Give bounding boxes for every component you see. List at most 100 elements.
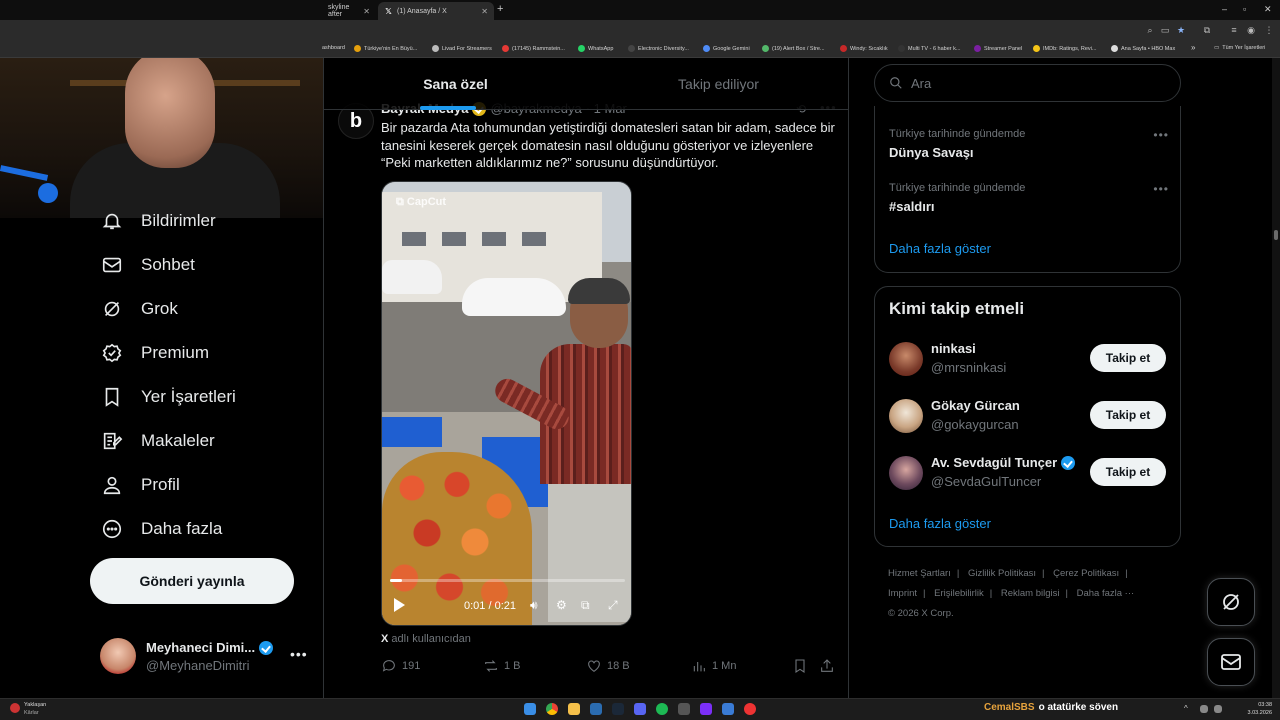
profile-icon[interactable]: ◉ xyxy=(1246,25,1256,35)
volume-icon[interactable]: 🔊︎ xyxy=(530,598,538,613)
footer-link[interactable]: Hizmet Şartları xyxy=(888,568,951,579)
account-switcher[interactable]: Meyhaneci Dimi... @MeyhaneDimitri ••• xyxy=(100,634,315,678)
footer-link[interactable]: Imprint xyxy=(888,588,917,599)
discord-icon[interactable] xyxy=(634,703,646,715)
grok-fab-button[interactable] xyxy=(1207,578,1255,626)
cast-icon[interactable]: ▭ xyxy=(1160,25,1170,35)
more-options-icon[interactable]: ••• xyxy=(1153,182,1169,196)
play-icon[interactable] xyxy=(394,598,405,612)
windows-start-icon[interactable] xyxy=(524,703,536,715)
close-tab-icon[interactable]: ✕ xyxy=(363,7,370,16)
spotify-icon[interactable] xyxy=(656,703,668,715)
bookmark-item[interactable]: Multi TV - 6 haber k... xyxy=(898,45,960,52)
reply-button[interactable]: 191 xyxy=(381,658,420,674)
post-button[interactable]: Gönderi yayınla xyxy=(90,558,294,604)
zoom-icon[interactable]: ⌕ xyxy=(1145,25,1155,35)
views-button[interactable]: 1 Mn xyxy=(691,658,736,674)
bookmark-item[interactable]: (17145) Rammstein... xyxy=(502,45,565,52)
nav-bookmarks[interactable]: Yer İşaretleri xyxy=(100,382,236,412)
network-icon[interactable] xyxy=(1200,705,1208,713)
nav-grok[interactable]: Grok xyxy=(100,294,178,324)
bookmarks-overflow-icon[interactable]: » xyxy=(1191,43,1195,52)
scrollbar-thumb[interactable] xyxy=(1274,230,1278,240)
tray-chevron-icon[interactable]: ^ xyxy=(1184,705,1192,713)
footer-link[interactable]: Reklam bilgisi xyxy=(1001,588,1060,599)
chrome-icon[interactable] xyxy=(546,703,558,715)
nav-more[interactable]: Daha fazla xyxy=(100,514,222,544)
video-frame-car xyxy=(382,260,442,294)
media-icon[interactable]: ≡ xyxy=(1229,25,1239,35)
close-tab-icon[interactable]: ✕ xyxy=(481,7,488,16)
video-progress-bar[interactable] xyxy=(390,579,625,582)
footer-more-link[interactable]: Daha fazla ··· xyxy=(1077,588,1135,599)
obs-icon[interactable] xyxy=(744,703,756,715)
app-icon[interactable] xyxy=(590,703,602,715)
extensions-icon[interactable]: ⧉ xyxy=(1202,25,1212,35)
folder-icon: ▭ xyxy=(1214,45,1220,51)
footer-link[interactable]: Gizlilik Politikası xyxy=(968,568,1036,579)
system-clock[interactable]: 03:38 3.03.2026 xyxy=(1240,701,1272,717)
steam-icon[interactable] xyxy=(612,703,624,715)
follow-show-more-link[interactable]: Daha fazla göster xyxy=(889,516,991,531)
like-button[interactable]: 18 B xyxy=(586,658,630,674)
follow-suggestion[interactable]: Av. Sevdagül Tunçer @SevdaGulTuncer Taki… xyxy=(889,454,1169,494)
bookmark-item[interactable]: Livad For Streamers xyxy=(432,45,492,52)
menu-icon[interactable]: ⋮ xyxy=(1264,25,1274,35)
volume-icon[interactable] xyxy=(1214,705,1222,713)
star-icon[interactable]: ★ xyxy=(1176,25,1186,35)
nav-notifications[interactable]: Bildirimler xyxy=(100,206,216,236)
trends-show-more-link[interactable]: Daha fazla göster xyxy=(889,241,991,256)
tab-for-you[interactable]: Sana özel xyxy=(324,58,587,110)
nav-profile[interactable]: Profil xyxy=(100,470,180,500)
bookmark-item[interactable]: Google Gemini xyxy=(703,45,750,52)
share-button[interactable] xyxy=(819,658,840,674)
follow-suggestion[interactable]: ninkasi @mrsninkasi Takip et xyxy=(889,340,1169,380)
bookmark-item[interactable]: (19) Alert Box / Stre... xyxy=(762,45,825,52)
nav-chat[interactable]: Sohbet xyxy=(100,250,195,280)
fullscreen-icon[interactable]: ⤢ xyxy=(608,598,618,613)
bookmark-item[interactable]: IMDb: Ratings, Revi... xyxy=(1033,45,1097,52)
follow-button[interactable]: Takip et xyxy=(1090,401,1166,429)
app-icon[interactable] xyxy=(722,703,734,715)
follow-suggestion[interactable]: Gökay Gürcan @gokaygurcan Takip et xyxy=(889,397,1169,437)
search-input[interactable] xyxy=(911,75,1151,91)
bookmark-item[interactable]: Electronic Diversity... xyxy=(628,45,689,52)
tweet-video[interactable]: ⧉ CapCut 0:01 / 0:21 🔊︎ ⚙ ⧉ ⤢ xyxy=(381,181,632,626)
more-options-icon[interactable]: ••• xyxy=(1153,128,1169,142)
picture-in-picture-icon[interactable]: ⧉ xyxy=(581,598,590,613)
bookmark-item[interactable]: Streamer Panel xyxy=(974,45,1022,52)
nav-premium[interactable]: Premium xyxy=(100,338,209,368)
messages-fab-button[interactable] xyxy=(1207,638,1255,686)
repost-button[interactable]: 1 B xyxy=(483,658,521,674)
bookmark-item[interactable]: Windy: Sıcaklık xyxy=(840,45,888,52)
tab-following[interactable]: Takip ediliyor xyxy=(587,58,848,110)
bookmark-item[interactable]: Türkiye'nin En Büyü... xyxy=(354,45,417,52)
footer-link[interactable]: Erişilebilirlik xyxy=(934,588,984,599)
more-options-icon[interactable]: ••• xyxy=(290,646,308,662)
file-explorer-icon[interactable] xyxy=(568,703,580,715)
app-icon[interactable] xyxy=(678,703,690,715)
trend-item[interactable]: Türkiye tarihinde gündemde #saldırı ••• xyxy=(889,182,1169,222)
trend-item[interactable]: Türkiye tarihinde gündemde Dünya Savaşı … xyxy=(889,128,1169,168)
page-scrollbar[interactable] xyxy=(1272,58,1280,698)
bookmark-item[interactable]: ashboard xyxy=(322,45,345,51)
search-box[interactable] xyxy=(874,64,1181,102)
close-window-icon[interactable]: ✕ xyxy=(1264,4,1272,15)
bookmark-item[interactable]: Ana Sayfa • HBO Max xyxy=(1111,45,1175,52)
minimize-icon[interactable]: – xyxy=(1222,4,1227,14)
bookmark-button[interactable] xyxy=(792,658,813,674)
follow-button[interactable]: Takip et xyxy=(1090,344,1166,372)
bookmark-item[interactable]: WhatsApp xyxy=(578,45,613,52)
nav-articles[interactable]: Makaleler xyxy=(100,426,215,456)
mail-icon xyxy=(1221,654,1241,670)
new-tab-button[interactable]: + xyxy=(497,3,503,15)
all-bookmarks-folder[interactable]: ▭ Tüm Yer İşaretleri xyxy=(1214,45,1265,51)
footer-link[interactable]: Çerez Politikası xyxy=(1053,568,1119,579)
browser-tab-skyline[interactable]: skyline after ✕ xyxy=(322,2,376,20)
suggestion-handle: @gokaygurcan xyxy=(931,417,1019,432)
kick-icon[interactable] xyxy=(700,703,712,715)
browser-tab-x-home[interactable]: 𝕏 (1) Anasayfa / X ✕ xyxy=(378,2,494,20)
maximize-icon[interactable]: ▫ xyxy=(1243,4,1246,14)
follow-button[interactable]: Takip et xyxy=(1090,458,1166,486)
settings-gear-icon[interactable]: ⚙ xyxy=(556,598,567,612)
